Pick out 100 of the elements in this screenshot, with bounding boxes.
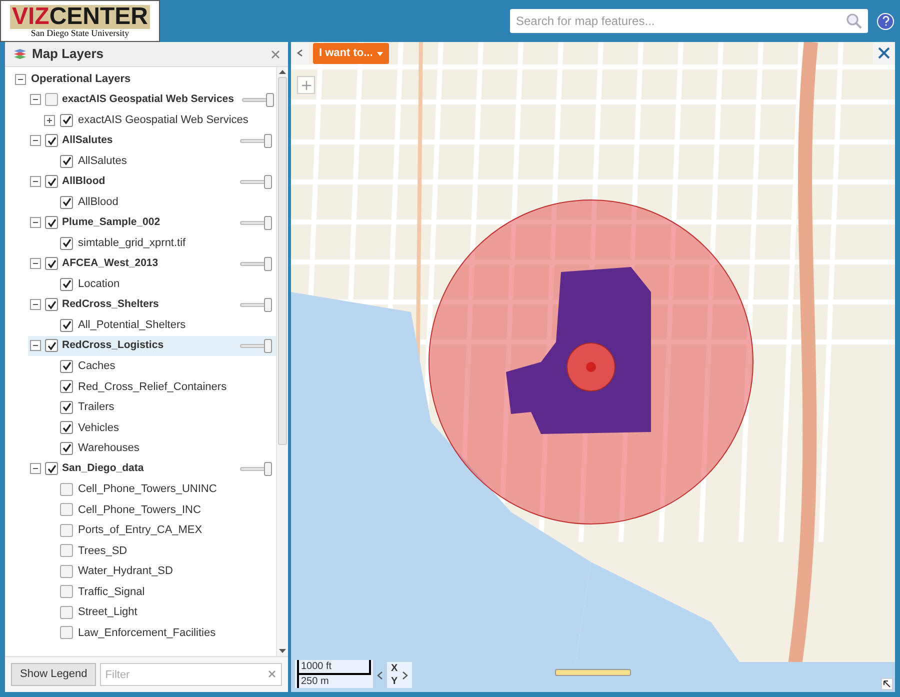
layer-group-label: exactAIS Geospatial Web Services: [62, 92, 234, 107]
collapse-icon[interactable]: [30, 176, 41, 188]
opacity-slider[interactable]: [240, 256, 272, 271]
slider-handle[interactable]: [266, 92, 274, 107]
check-icon: [62, 320, 72, 330]
arrow-icon: [883, 680, 891, 688]
collapse-icon[interactable]: [30, 94, 41, 106]
checkbox[interactable]: [45, 257, 58, 270]
collapse-icon[interactable]: [15, 74, 26, 85]
collapse-icon[interactable]: [30, 217, 41, 228]
opacity-slider[interactable]: [240, 338, 272, 353]
checkbox[interactable]: [60, 400, 73, 414]
check-icon: [62, 443, 72, 454]
layer-label: Vehicles: [78, 420, 119, 436]
checkbox[interactable]: [45, 134, 58, 148]
opacity-slider[interactable]: [240, 216, 272, 230]
scroll-up-icon[interactable]: [279, 70, 286, 74]
checkbox[interactable]: [60, 606, 73, 619]
check-icon: [46, 340, 56, 351]
checkbox[interactable]: [45, 339, 58, 352]
clear-icon[interactable]: [268, 670, 276, 678]
checkbox[interactable]: [60, 482, 73, 496]
layer-group-row[interactable]: RedCross_Shelters: [28, 294, 276, 315]
checkbox[interactable]: [60, 154, 73, 168]
expand-icon[interactable]: [44, 114, 55, 126]
slider-handle[interactable]: [264, 216, 272, 230]
collapse-panel-button[interactable]: [291, 42, 309, 64]
layer-label: Warehouses: [78, 441, 140, 456]
scrollbar[interactable]: [276, 67, 288, 656]
checkbox[interactable]: [60, 503, 73, 516]
check-icon: [62, 361, 72, 372]
layer-group-row[interactable]: exactAIS Geospatial Web Services: [28, 90, 276, 110]
layer-label: AllSalutes: [78, 154, 127, 169]
slider-handle[interactable]: [264, 338, 272, 353]
opacity-slider[interactable]: [240, 134, 272, 148]
expand-map-button[interactable]: [881, 678, 893, 690]
collapse-icon[interactable]: [30, 258, 41, 270]
checkbox[interactable]: [45, 216, 58, 230]
collapse-icon[interactable]: [30, 299, 41, 310]
checkbox[interactable]: [45, 462, 58, 476]
chevron-right-icon[interactable]: [402, 670, 408, 680]
slider-handle[interactable]: [264, 256, 272, 271]
checkbox[interactable]: [60, 114, 73, 127]
opacity-slider[interactable]: [240, 174, 272, 189]
layer-group-row[interactable]: RedCross_Logistics: [28, 336, 276, 356]
layers-icon: [13, 48, 27, 60]
layer-group-row[interactable]: AFCEA_West_2013: [28, 254, 276, 274]
checkbox[interactable]: [60, 278, 73, 291]
checkbox[interactable]: [45, 93, 58, 106]
checkbox[interactable]: [60, 421, 73, 434]
layer-label: exactAIS Geospatial Web Services: [78, 113, 248, 128]
check-icon: [46, 218, 56, 228]
chevron-left-icon[interactable]: [377, 671, 383, 680]
checkbox[interactable]: [60, 564, 73, 578]
collapse-icon[interactable]: [30, 135, 41, 146]
zoom-control[interactable]: [297, 76, 315, 94]
collapse-icon[interactable]: [30, 340, 41, 352]
tools-button[interactable]: [873, 42, 895, 64]
check-icon: [46, 176, 56, 187]
collapse-icon[interactable]: [30, 463, 41, 474]
check-icon: [46, 300, 56, 310]
checkbox[interactable]: [60, 196, 73, 209]
check-icon: [46, 464, 56, 474]
help-icon[interactable]: [877, 12, 894, 30]
search-field[interactable]: Search for map features...: [510, 9, 868, 33]
filter-field[interactable]: Filter: [100, 663, 282, 686]
show-legend-button[interactable]: Show Legend: [11, 663, 96, 686]
layer-label: Trailers: [78, 400, 114, 415]
checkbox[interactable]: [45, 298, 58, 312]
checkbox[interactable]: [60, 524, 73, 537]
layer-group-label: RedCross_Shelters: [62, 296, 159, 312]
slider-handle[interactable]: [264, 134, 272, 148]
slider-handle[interactable]: [264, 174, 272, 189]
checkbox[interactable]: [60, 626, 73, 640]
opacity-slider[interactable]: [242, 92, 274, 107]
opacity-slider[interactable]: [240, 298, 272, 312]
logo-text: CENTER: [49, 4, 148, 28]
checkbox[interactable]: [60, 585, 73, 598]
checkbox[interactable]: [60, 544, 73, 558]
time-slider-bar[interactable]: [555, 669, 631, 676]
check-icon: [62, 115, 72, 126]
checkbox[interactable]: [60, 318, 73, 332]
checkbox[interactable]: [60, 442, 73, 455]
scroll-down-icon[interactable]: [279, 649, 286, 653]
opacity-slider[interactable]: [240, 462, 272, 476]
slider-handle[interactable]: [264, 298, 272, 312]
layer-label: AllBlood: [78, 195, 118, 210]
layer-group-row[interactable]: San_Diego_data: [28, 458, 276, 479]
layer-group-label: AFCEA_West_2013: [62, 256, 158, 271]
checkbox[interactable]: [60, 360, 73, 373]
check-icon: [62, 197, 72, 208]
close-icon[interactable]: [271, 50, 280, 58]
layer-group-row[interactable]: AllSalutes: [28, 130, 276, 151]
checkbox[interactable]: [60, 380, 73, 394]
slider-handle[interactable]: [264, 462, 272, 476]
check-icon: [46, 258, 56, 269]
checkbox[interactable]: [60, 236, 73, 250]
checkbox[interactable]: [45, 175, 58, 188]
layer-group-row[interactable]: Plume_Sample_002: [28, 212, 276, 233]
layer-group-row[interactable]: AllBlood: [28, 172, 276, 192]
